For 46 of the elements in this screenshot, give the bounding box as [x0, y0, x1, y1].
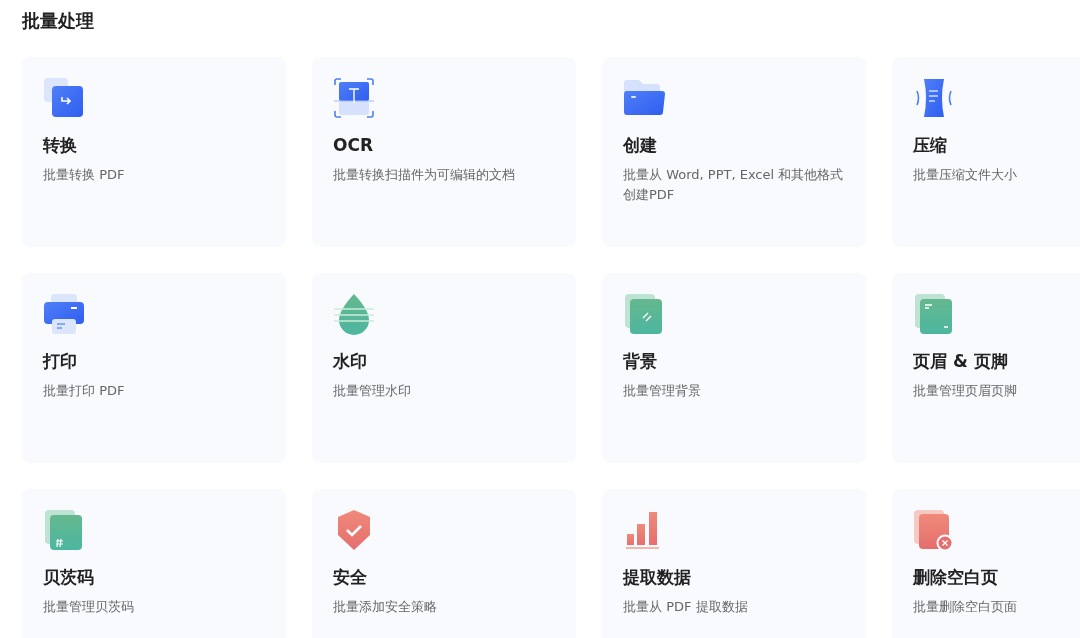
tool-description: 批量管理水印 [333, 382, 412, 400]
scan-frame-icon [333, 77, 375, 119]
tool-title: 页眉 & 页脚 [913, 350, 1008, 373]
tool-card[interactable]: 水印 批量管理水印 [312, 273, 576, 463]
tool-title: 创建 [623, 134, 657, 157]
tool-title: 打印 [43, 350, 77, 373]
stacked-pages-icon [43, 509, 85, 551]
tool-description: 批量删除空白页面 [913, 598, 1018, 616]
tool-title: 水印 [333, 350, 367, 373]
printer-icon [43, 293, 85, 335]
drop-icon [333, 293, 375, 335]
tool-card[interactable]: 页眉 & 页脚 批量管理页眉页脚 [892, 273, 1080, 463]
tool-title: 提取数据 [623, 566, 691, 589]
page-delete-icon [913, 509, 955, 551]
tool-card[interactable]: 贝茨码 批量管理贝茨码 [22, 489, 286, 638]
tool-card[interactable]: OCR 批量转换扫描件为可编辑的文档 [312, 57, 576, 247]
tool-description: 批量管理贝茨码 [43, 598, 135, 616]
tool-title: 压缩 [913, 134, 947, 157]
tool-title: 删除空白页 [913, 566, 998, 589]
tool-card[interactable]: 提取数据 批量从 PDF 提取数据 [602, 489, 866, 638]
stacked-pages-icon [623, 293, 665, 335]
tool-description: 批量添加安全策略 [333, 598, 438, 616]
tool-title: 安全 [333, 566, 367, 589]
stacked-pages-icon [913, 293, 955, 335]
tool-title: OCR [333, 134, 374, 157]
tool-description: 批量转换扫描件为可编辑的文档 [333, 166, 516, 184]
tool-card[interactable]: 删除空白页 批量删除空白页面 [892, 489, 1080, 638]
squeezed-page-icon [913, 77, 955, 119]
tool-title: 贝茨码 [43, 566, 94, 589]
tool-description: 批量管理背景 [623, 382, 702, 400]
tool-description: 批量从 Word, PPT, Excel 和其他格式创建PDF [623, 166, 845, 204]
tool-description: 批量转换 PDF [43, 166, 126, 184]
arrow-squares-icon [43, 77, 85, 119]
tool-card[interactable]: 压缩 批量压缩文件大小 [892, 57, 1080, 247]
section-title: 批量处理 [22, 9, 95, 33]
tool-card[interactable]: 创建 批量从 Word, PPT, Excel 和其他格式创建PDF [602, 57, 866, 247]
tool-description: 批量管理页眉页脚 [913, 382, 1018, 400]
tool-description: 批量打印 PDF [43, 382, 126, 400]
tool-card[interactable]: 打印 批量打印 PDF [22, 273, 286, 463]
tool-description: 批量压缩文件大小 [913, 166, 1018, 184]
tool-card[interactable]: 转换 批量转换 PDF [22, 57, 286, 247]
tool-title: 转换 [43, 134, 77, 157]
tool-card[interactable]: 安全 批量添加安全策略 [312, 489, 576, 638]
tool-description: 批量从 PDF 提取数据 [623, 598, 749, 616]
tool-title: 背景 [623, 350, 657, 373]
tool-card[interactable]: 背景 批量管理背景 [602, 273, 866, 463]
